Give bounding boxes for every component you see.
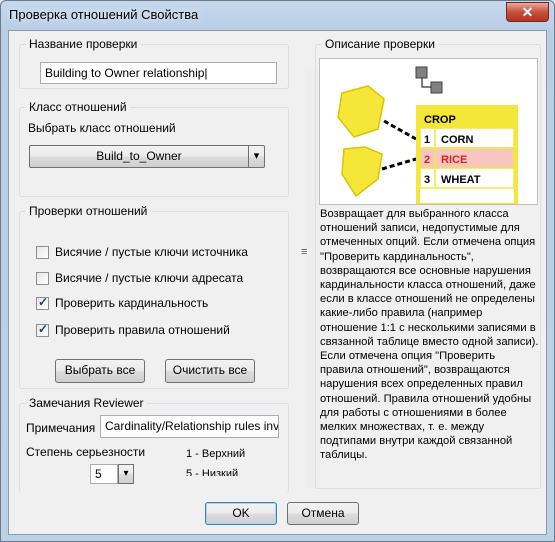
relationship-class-icon <box>415 66 443 94</box>
splitter-handle-icon[interactable]: ≡ <box>301 246 307 258</box>
checkbox-box-checked[interactable] <box>36 322 49 337</box>
relation-class-group-label: Класс отношений <box>26 100 130 114</box>
reviewer-group-label: Замечания Reviewer <box>26 396 147 410</box>
relation-class-select[interactable]: Build_to_Owner <box>29 145 249 168</box>
description-group-label: Описание проверки <box>322 37 438 51</box>
reviewer-group: Замечания Reviewer Примечания Cardinalit… <box>19 396 289 493</box>
row-3-num: 3 <box>424 174 430 186</box>
checkbox-box-checked[interactable] <box>36 295 49 310</box>
dialog-window: Проверка отношений Свойства ✕ Название п… <box>0 0 555 542</box>
checkbox-label: Проверить правила отношений <box>55 323 230 337</box>
checkbox-relationship-rules[interactable]: Проверить правила отношений <box>36 322 230 337</box>
relationship-diagram-icon: CROP 1 CORN 2 RICE 3 WHEAT <box>337 66 518 207</box>
chevron-down-icon[interactable]: ▾ <box>248 145 265 168</box>
relation-class-prompt: Выбрать класс отношений <box>28 121 176 135</box>
severity-label: Степень серьезности <box>26 445 146 459</box>
shape-yellow-1 <box>337 85 385 138</box>
ok-button[interactable]: OK <box>205 502 277 525</box>
checkbox-source-keys[interactable]: Висячие / пустые ключи источника <box>36 245 248 259</box>
checkbox-box[interactable] <box>36 271 49 285</box>
description-text: Возвращает для выбранного класса отношен… <box>320 208 539 462</box>
title-bar[interactable]: Проверка отношений Свойства ✕ <box>1 1 554 29</box>
shape-yellow-2 <box>341 146 383 198</box>
table-header: CROP <box>424 114 456 126</box>
relation-checks-group: Проверки отношений Висячие / пустые ключ… <box>19 204 289 389</box>
checkbox-label: Висячие / пустые ключи источника <box>55 245 248 259</box>
row-2-num: 2 <box>424 154 430 166</box>
checkbox-label: Проверить кардинальность <box>55 296 209 310</box>
severity-hint-2: 5 - Низкий <box>186 468 239 476</box>
checkbox-label: Висячие / пустые ключи адресата <box>55 271 244 285</box>
row-1-name: CORN <box>441 134 473 146</box>
severity-input[interactable]: 5 <box>90 464 118 484</box>
cancel-button[interactable]: Отмена <box>287 502 359 525</box>
window-title: Проверка отношений Свойства <box>9 7 199 22</box>
select-all-button[interactable]: Выбрать все <box>55 359 145 383</box>
check-name-group-label: Название проверки <box>26 37 141 51</box>
row-1-num: 1 <box>424 134 430 146</box>
check-name-group: Название проверки Building to Owner rela… <box>19 37 289 89</box>
clear-all-button[interactable]: Очистить все <box>165 359 255 383</box>
description-illustration: CROP 1 CORN 2 RICE 3 WHEAT <box>319 58 538 207</box>
notes-input[interactable]: Cardinality/Relationship rules invlid <box>100 415 279 438</box>
severity-hint: 1 - Верхний <box>186 448 246 460</box>
relation-checks-group-label: Проверки отношений <box>26 204 151 218</box>
checkbox-box[interactable] <box>36 245 49 259</box>
row-2-name: RICE <box>441 154 467 166</box>
dialog-client: Название проверки Building to Owner rela… <box>8 30 547 535</box>
relation-class-group: Класс отношений Выбрать класс отношений … <box>19 100 289 197</box>
checkbox-cardinality[interactable]: Проверить кардинальность <box>36 295 209 310</box>
close-button[interactable]: ✕ <box>506 2 549 22</box>
severity-dropdown-icon[interactable]: ▾ <box>118 464 134 484</box>
row-3-name: WHEAT <box>441 174 481 186</box>
checkbox-dest-keys[interactable]: Висячие / пустые ключи адресата <box>36 271 243 285</box>
check-name-input[interactable]: Building to Owner relationship| <box>40 62 277 84</box>
notes-label: Примечания <box>26 421 96 435</box>
